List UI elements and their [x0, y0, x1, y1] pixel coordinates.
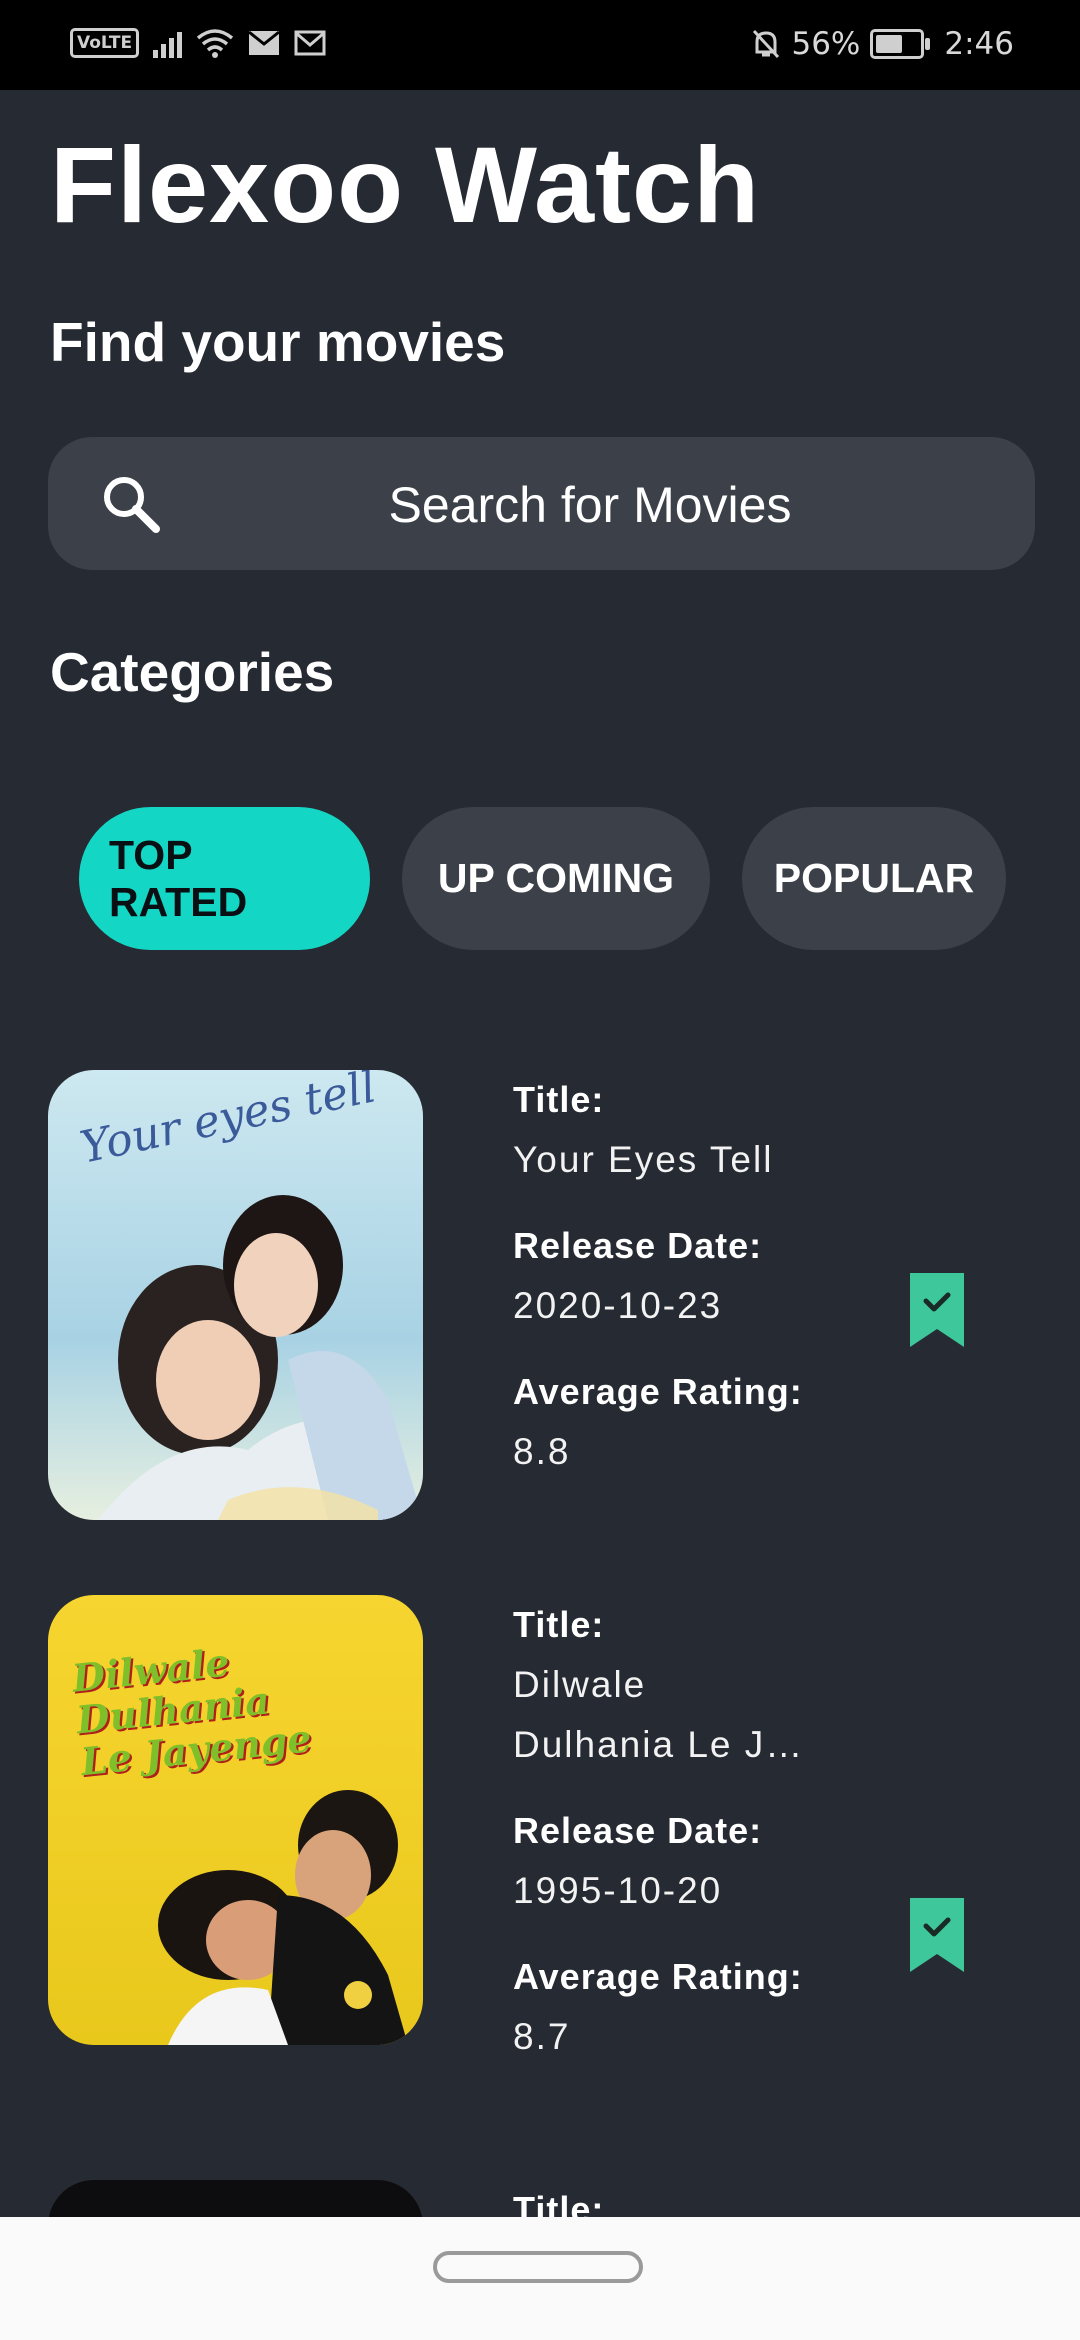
- home-gesture-handle[interactable]: [433, 2251, 643, 2283]
- release-date: 1995-10-20: [513, 1870, 723, 1911]
- average-rating: 8.8: [513, 1431, 571, 1472]
- page-subtitle: Find your movies: [50, 311, 506, 373]
- battery-icon: [870, 29, 931, 59]
- search-bar[interactable]: [48, 437, 1035, 572]
- mail-icon: [248, 30, 281, 55]
- movie-title: Your Eyes Tell: [513, 1139, 774, 1180]
- release-date-label: Release Date:: [513, 1810, 763, 1851]
- release-date: 2020-10-23: [513, 1285, 723, 1326]
- category-chips: TOP RATED UP COMING POPULAR: [79, 807, 1006, 950]
- app-title: Flexoo Watch: [50, 124, 761, 245]
- movie-poster[interactable]: Dilwale Dulhania Le Jayenge: [48, 1595, 423, 2045]
- movie-poster[interactable]: Your eyes tell: [48, 1070, 423, 1520]
- battery-percent: 56%: [791, 26, 861, 62]
- bookmark-check-icon[interactable]: [910, 1898, 964, 1972]
- chip-top-rated[interactable]: TOP RATED: [79, 807, 370, 950]
- title-label: Title:: [513, 1079, 605, 1120]
- rating-label: Average Rating:: [513, 1956, 803, 1997]
- gmail-icon: [294, 30, 326, 56]
- mute-icon: [753, 29, 780, 59]
- status-bar: VoLTE 56% 2:46: [0, 0, 1080, 90]
- signal-icon: [153, 28, 183, 58]
- bookmark-check-icon[interactable]: [910, 1273, 964, 1347]
- search-input[interactable]: [178, 437, 1002, 572]
- average-rating: 8.7: [513, 2016, 571, 2057]
- wifi-icon: [197, 29, 234, 58]
- movie-info: Title: Dilwale Dulhania Le J… Release Da…: [513, 1595, 843, 2093]
- movie-info: Title: Your Eyes Tell Release Date: 2020…: [513, 1070, 843, 1508]
- movie-title: Dilwale Dulhania Le J…: [513, 1664, 805, 1765]
- rating-label: Average Rating:: [513, 1371, 803, 1412]
- volte-icon: VoLTE: [70, 28, 140, 58]
- release-date-label: Release Date:: [513, 1225, 763, 1266]
- poster-title-text: Dilwale Dulhania Le Jayenge: [69, 1639, 314, 1785]
- title-label: Title:: [513, 1604, 605, 1645]
- chip-up-coming[interactable]: UP COMING: [402, 807, 710, 950]
- clock: 2:46: [944, 26, 1014, 62]
- search-icon[interactable]: [100, 473, 162, 535]
- categories-heading: Categories: [50, 641, 335, 703]
- chip-popular[interactable]: POPULAR: [742, 807, 1006, 950]
